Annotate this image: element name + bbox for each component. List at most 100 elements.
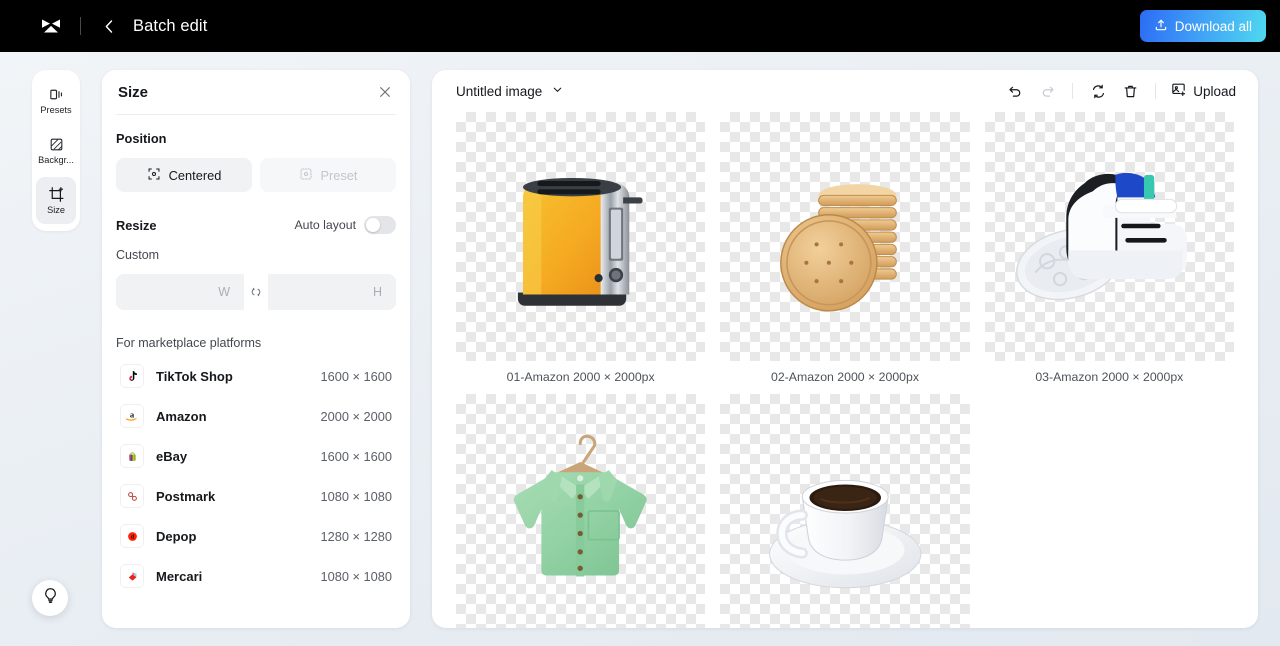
list-item-dimensions: 1080 × 1080 (320, 488, 392, 504)
mercari-icon (120, 564, 144, 588)
image-grid-panel: Untitled image Upload 01-Amazon 2000 × 2… (432, 70, 1258, 628)
postmark-icon (120, 484, 144, 508)
sidebar-item-presets[interactable]: Presets (36, 77, 76, 124)
canvas-toolbar: Untitled image Upload (432, 70, 1258, 112)
position-preset-button[interactable]: Preset (260, 158, 396, 192)
page-title: Batch edit (133, 16, 208, 35)
help-button[interactable] (32, 580, 68, 616)
list-item[interactable]: a Amazon 2000 × 2000 (116, 396, 396, 436)
close-icon[interactable] (376, 83, 394, 101)
sneakers-artwork (1016, 173, 1187, 301)
custom-label: Custom (116, 248, 160, 262)
image-thumbnail-sneakers[interactable] (984, 112, 1234, 362)
tiktok-icon (120, 364, 144, 388)
divider (1155, 83, 1157, 99)
image-thumbnail-toaster[interactable] (456, 112, 706, 362)
biscuits-artwork (779, 184, 897, 312)
upload-button[interactable]: Upload (1166, 77, 1242, 105)
document-name-dropdown[interactable]: Untitled image (456, 83, 564, 99)
auto-layout-control: Auto layout (294, 216, 396, 234)
sidebar-item-size[interactable]: Size (36, 177, 76, 224)
list-item[interactable]: Mercari 1080 × 1080 (116, 556, 396, 596)
redo-icon[interactable] (1032, 77, 1062, 105)
list-item-dimensions: 1080 × 1080 (320, 568, 392, 584)
download-all-button[interactable]: Download all (1139, 10, 1266, 42)
refresh-icon[interactable] (1083, 77, 1113, 105)
svg-text:d: d (130, 534, 133, 540)
left-tool-rail: Presets Backgr... Size (32, 70, 80, 231)
list-item-dimensions: 1600 × 1600 (320, 368, 392, 384)
list-item[interactable]: TikTok Shop 1600 × 1600 (116, 356, 396, 396)
list-item-name: Postmark (156, 488, 216, 504)
width-input[interactable]: W (116, 274, 244, 310)
document-name-label: Untitled image (456, 83, 543, 99)
size-panel: Size Position Centered Preset Resize Aut… (102, 70, 410, 628)
image-cell: 03-Amazon 2000 × 2000px (984, 112, 1234, 385)
auto-layout-toggle[interactable] (364, 216, 396, 234)
position-centered-button[interactable]: Centered (116, 158, 252, 192)
presets-icon (47, 85, 65, 103)
sidebar-item-background[interactable]: Backgr... (36, 127, 76, 174)
upload-arrow-icon (1154, 18, 1168, 35)
trash-icon[interactable] (1115, 77, 1145, 105)
position-preset-label: Preset (320, 167, 358, 183)
list-item[interactable]: eBay 1600 × 1600 (116, 436, 396, 476)
size-crop-icon (47, 185, 65, 203)
coffee-cup-artwork (768, 479, 922, 588)
height-input[interactable]: H (268, 274, 396, 310)
svg-text:a: a (130, 409, 135, 419)
back-button[interactable] (97, 14, 121, 38)
top-bar: Batch edit Download all (0, 0, 1280, 52)
canvas-actions: Upload (1000, 77, 1242, 105)
resize-section-header: Resize Auto layout (116, 216, 396, 234)
toggle-knob (366, 218, 380, 232)
image-cell: 02-Amazon 2000 × 2000px (720, 112, 970, 384)
size-panel-body: Position Centered Preset Resize Auto lay… (102, 115, 410, 628)
list-item-name: Amazon (156, 408, 207, 424)
capcut-logo-icon (38, 13, 64, 39)
center-target-icon (299, 167, 313, 184)
image-thumbnail-shirt[interactable] (456, 394, 706, 628)
amazon-icon: a (120, 404, 144, 428)
background-icon (47, 135, 65, 153)
ebay-icon (120, 444, 144, 468)
toaster-artwork (518, 178, 644, 307)
workspace: Presets Backgr... Size Size Position Cen… (0, 52, 1280, 646)
marketplace-list: TikTok Shop 1600 × 1600 a Amazon 2000 × … (116, 356, 396, 596)
download-all-label: Download all (1174, 18, 1252, 34)
marketplace-section-label: For marketplace platforms (116, 336, 262, 350)
list-item-name: eBay (156, 448, 188, 464)
list-item-dimensions: 2000 × 2000 (320, 408, 392, 424)
sidebar-item-presets-label: Presets (40, 106, 72, 116)
size-panel-title: Size (118, 83, 149, 101)
lightbulb-icon (41, 586, 60, 610)
image-grid: 01-Amazon 2000 × 2000px 02-Amazon 2000 ×… (432, 112, 1258, 628)
position-options: Centered Preset (116, 158, 396, 192)
image-caption: 03-Amazon 2000 × 2000px (1035, 370, 1184, 385)
list-item-name: TikTok Shop (156, 368, 233, 384)
chevron-down-icon (551, 83, 564, 99)
image-thumbnail-coffee[interactable] (720, 394, 970, 628)
divider (1072, 83, 1074, 99)
upload-label: Upload (1193, 83, 1236, 99)
image-cell: 01-Amazon 2000 × 2000px (456, 112, 706, 384)
add-image-icon (1170, 81, 1187, 101)
link-ratio-icon[interactable] (246, 282, 266, 302)
list-item-dimensions: 1280 × 1280 (320, 528, 392, 544)
list-item-dimensions: 1600 × 1600 (320, 448, 392, 464)
image-thumbnail-biscuits[interactable] (720, 112, 970, 362)
resize-section-label: Resize (116, 217, 157, 233)
position-section-label: Position (116, 131, 167, 146)
depop-icon: d (120, 524, 144, 548)
shirt-artwork (514, 434, 648, 577)
custom-size-inputs: W H (116, 274, 396, 310)
sidebar-item-background-label: Backgr... (38, 156, 74, 166)
list-item-name: Depop (156, 528, 197, 544)
list-item[interactable]: Postmark 1080 × 1080 (116, 476, 396, 516)
undo-icon[interactable] (1000, 77, 1030, 105)
list-item[interactable]: d Depop 1280 × 1280 (116, 516, 396, 556)
divider (80, 17, 81, 35)
sidebar-item-size-label: Size (47, 206, 65, 216)
center-target-icon (147, 167, 161, 184)
size-panel-header: Size (102, 70, 410, 114)
